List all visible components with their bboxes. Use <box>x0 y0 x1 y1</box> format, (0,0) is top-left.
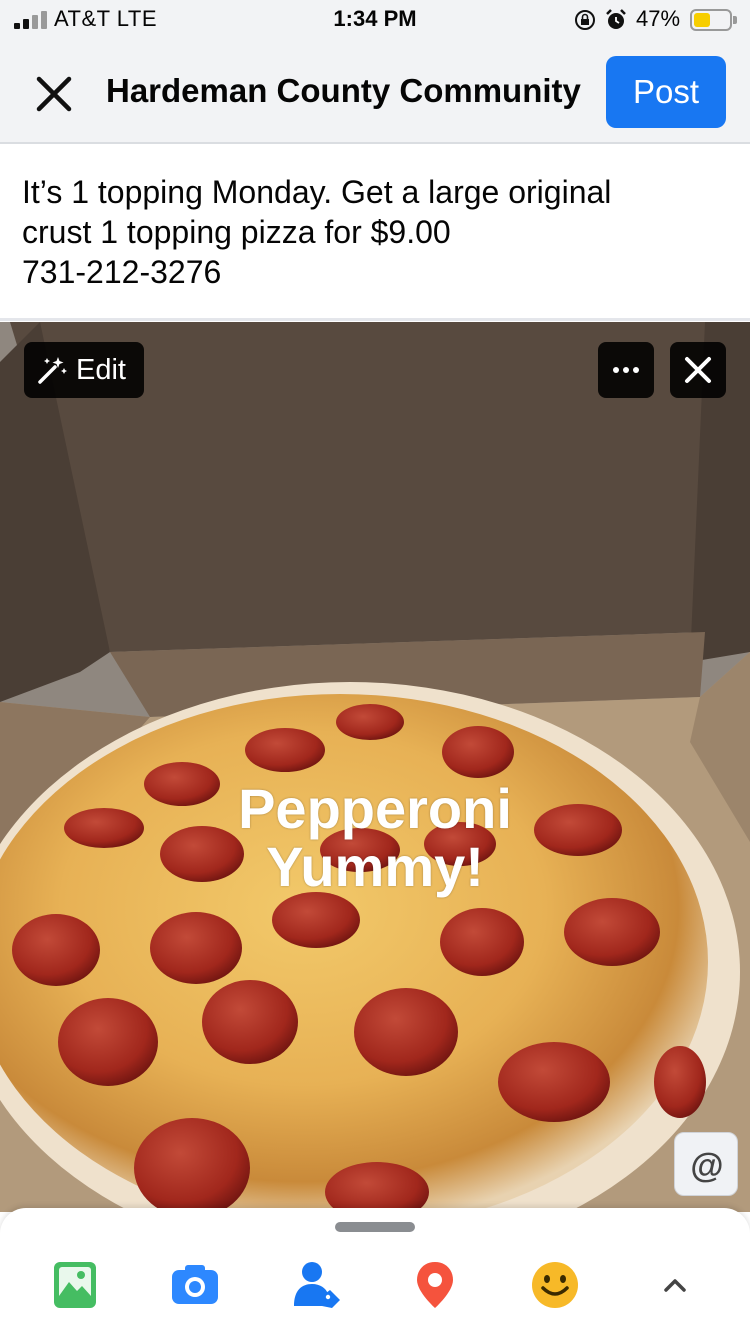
divider <box>0 318 750 321</box>
photo-overlay-text: Pepperoni Yummy! <box>0 780 750 896</box>
edit-photo-button[interactable]: Edit <box>24 342 144 398</box>
close-icon[interactable] <box>34 74 74 114</box>
battery-icon <box>690 9 737 31</box>
camera-icon[interactable] <box>170 1260 220 1310</box>
overlay-line: Yummy! <box>266 835 484 898</box>
pizza-photo <box>0 322 750 1212</box>
tag-people-icon[interactable] <box>292 1260 342 1310</box>
post-text-area[interactable]: It’s 1 topping Monday. Get a large origi… <box>22 172 722 292</box>
group-title: Hardeman County Community <box>106 72 581 109</box>
edit-label: Edit <box>76 354 126 386</box>
post-text-line: 731-212-3276 <box>22 254 222 290</box>
attached-photo: Edit Pepperoni Yummy! @ <box>0 322 750 1212</box>
chevron-up-icon[interactable] <box>650 1260 700 1310</box>
post-text-line: crust 1 topping pizza for $9.00 <box>22 214 451 250</box>
photo-icon[interactable] <box>50 1260 100 1310</box>
post-button[interactable]: Post <box>606 56 726 128</box>
magic-wand-icon <box>38 357 67 384</box>
more-icon <box>613 367 639 373</box>
drag-handle[interactable] <box>335 1222 415 1232</box>
status-bar: AT&T LTE 1:34 PM 47% <box>0 0 750 42</box>
composer-toolbar <box>0 1208 750 1334</box>
carrier-label: AT&T LTE <box>54 6 158 31</box>
signal-strength-icon <box>14 11 48 29</box>
location-icon[interactable] <box>410 1260 460 1310</box>
composer-header: Hardeman County Community Post <box>0 42 750 144</box>
alarm-icon <box>606 9 626 29</box>
close-icon <box>685 357 711 383</box>
feeling-icon[interactable] <box>530 1260 580 1310</box>
remove-photo-button[interactable] <box>670 342 726 398</box>
mention-button[interactable]: @ <box>674 1132 738 1196</box>
at-sign-icon: @ <box>690 1147 723 1185</box>
post-text-line: It’s 1 topping Monday. Get a large origi… <box>22 174 612 210</box>
more-options-button[interactable] <box>598 342 654 398</box>
overlay-line: Pepperoni <box>238 777 512 840</box>
mention-symbol: @ <box>690 1147 723 1185</box>
rotation-lock-icon <box>575 10 595 30</box>
battery-percent: 47% <box>636 6 681 31</box>
